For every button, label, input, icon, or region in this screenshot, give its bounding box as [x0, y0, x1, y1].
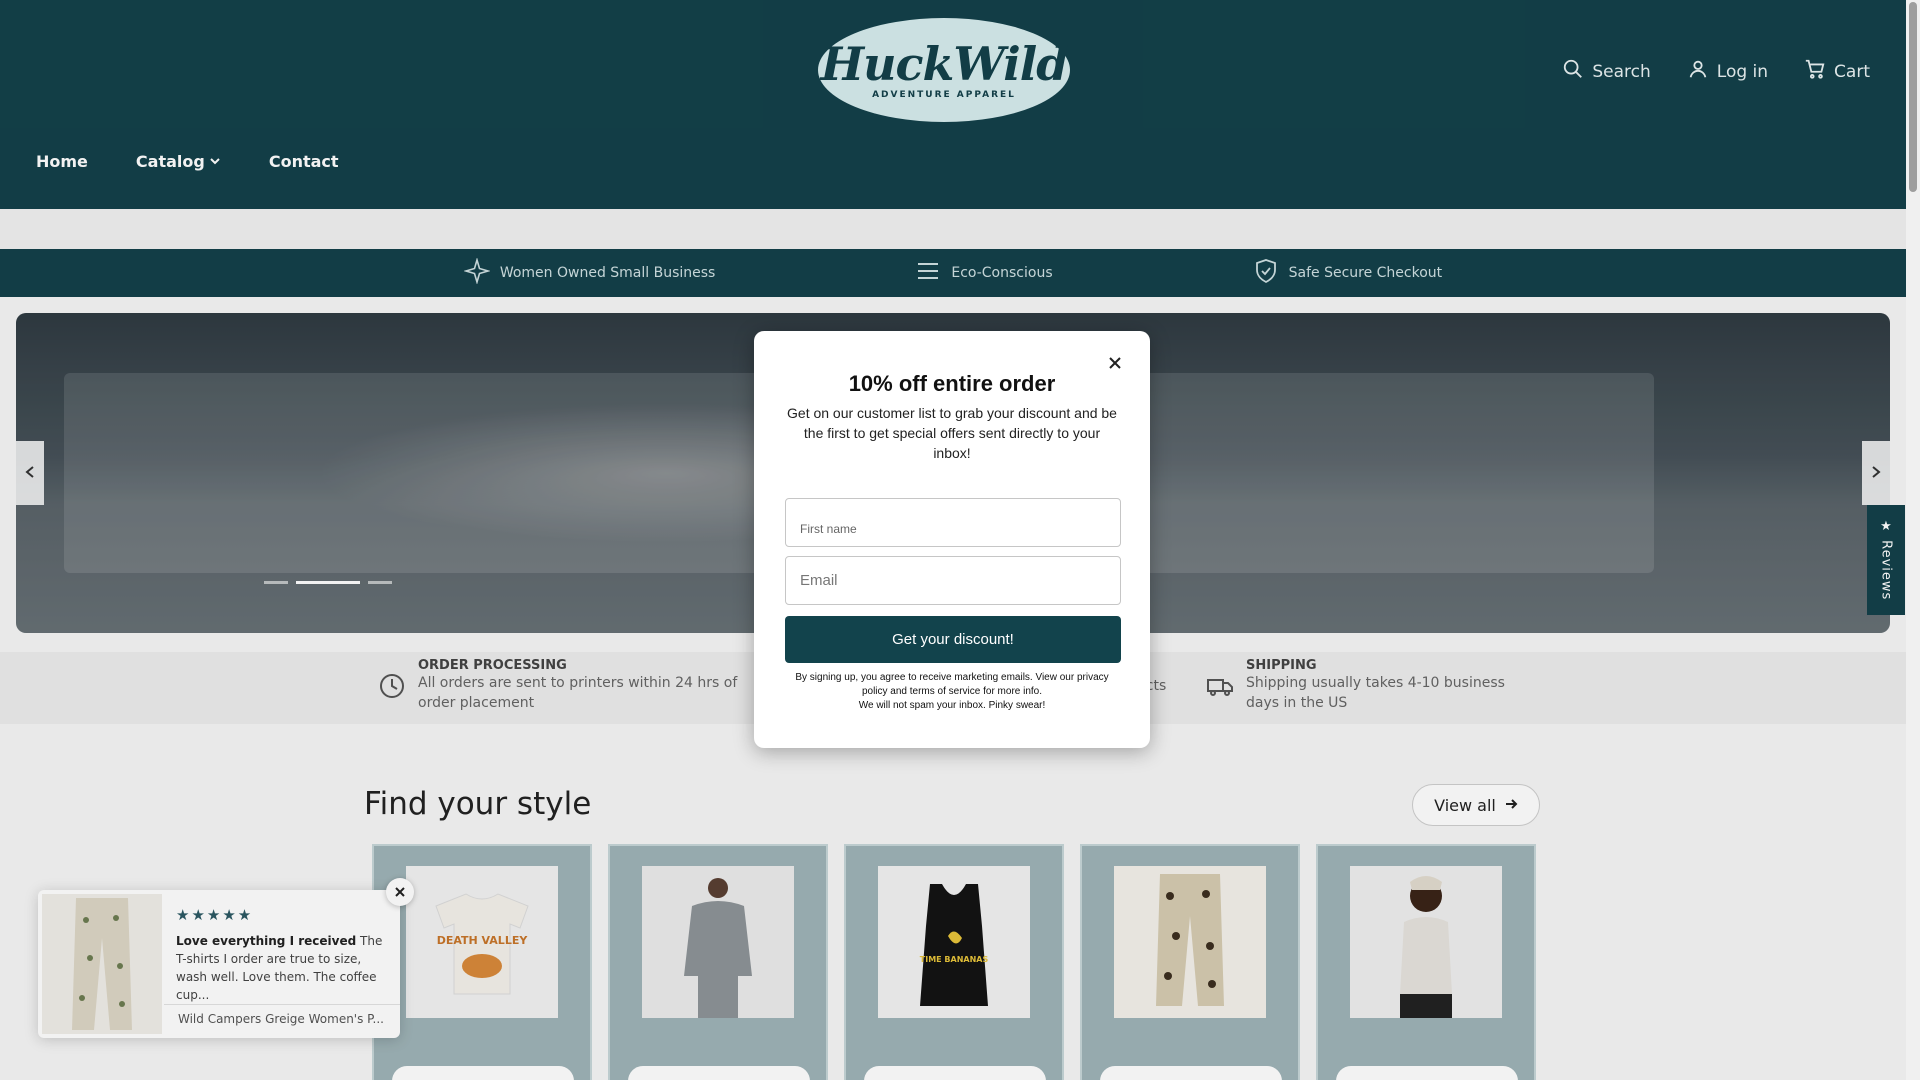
modal-description: Get on our customer list to grab your di…: [787, 405, 1117, 461]
modal-legal-text: By signing up, you agree to receive mark…: [784, 671, 1120, 713]
legal-line: By signing up, you agree to receive mark…: [795, 672, 1109, 697]
legal-line: We will not spam your inbox. Pinky swear…: [858, 700, 1046, 711]
first-name-field[interactable]: [785, 498, 1121, 547]
email-field[interactable]: [785, 556, 1121, 605]
page-scrollbar[interactable]: [1906, 0, 1920, 1080]
modal-title: 10% off entire order: [848, 371, 1056, 396]
scrollbar-thumb[interactable]: [1909, 2, 1917, 192]
get-discount-button[interactable]: Get your discount!: [785, 616, 1121, 663]
discount-popup: 10% off entire order Get on our customer…: [754, 331, 1150, 748]
